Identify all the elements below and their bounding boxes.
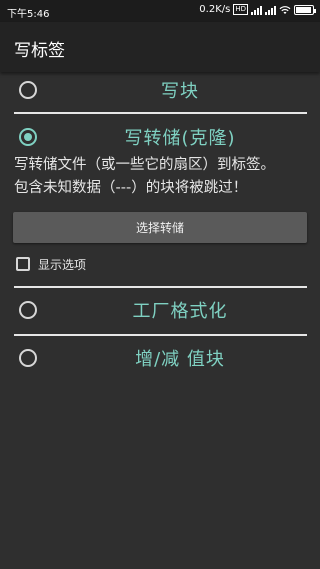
divider — [14, 334, 307, 336]
battery-icon — [294, 4, 316, 15]
divider — [14, 286, 307, 288]
signal-icon — [251, 5, 262, 15]
network-speed: 0.2K/s — [199, 4, 231, 15]
description-line: 包含未知数据（---）的块将被跳过！ — [14, 180, 248, 196]
status-icons: 0.2K/s HD — [199, 4, 316, 15]
wifi-icon — [279, 5, 291, 14]
show-options-checkbox[interactable] — [16, 257, 30, 271]
option-write-block[interactable]: 写块 — [0, 72, 320, 108]
option-value-block[interactable]: 增/减 值块 — [0, 340, 320, 376]
page-title: 写标签 — [14, 41, 65, 61]
show-options-label: 显示选项 — [38, 257, 87, 272]
radio-factory-format[interactable] — [19, 301, 37, 319]
status-time: 下午5:46 — [7, 9, 50, 20]
hd-badge: HD — [233, 4, 248, 15]
select-dump-button[interactable]: 选择转储 — [13, 212, 307, 243]
clone-description: 写转储文件（或一些它的扇区）到标签。 包含未知数据（---）的块将被跳过！ — [14, 154, 314, 200]
option-write-dump-label: 写转储(克隆) — [124, 128, 236, 149]
option-write-dump[interactable]: 写转储(克隆) — [0, 119, 320, 155]
radio-write-block[interactable] — [19, 81, 37, 99]
show-options-row[interactable]: 显示选项 — [16, 256, 86, 272]
radio-write-dump[interactable] — [19, 128, 37, 146]
option-factory-format[interactable]: 工厂格式化 — [0, 292, 320, 328]
description-line: 写转储文件（或一些它的扇区）到标签。 — [14, 157, 275, 173]
signal-icon — [265, 5, 276, 15]
option-value-block-label: 增/减 值块 — [135, 349, 225, 370]
radio-value-block[interactable] — [19, 349, 37, 367]
option-write-block-label: 写块 — [161, 81, 199, 102]
app-bar: 写标签 — [0, 22, 320, 72]
option-factory-format-label: 工厂格式化 — [132, 301, 228, 322]
status-bar: 下午5:46 0.2K/s HD — [0, 0, 320, 22]
divider — [14, 112, 307, 114]
